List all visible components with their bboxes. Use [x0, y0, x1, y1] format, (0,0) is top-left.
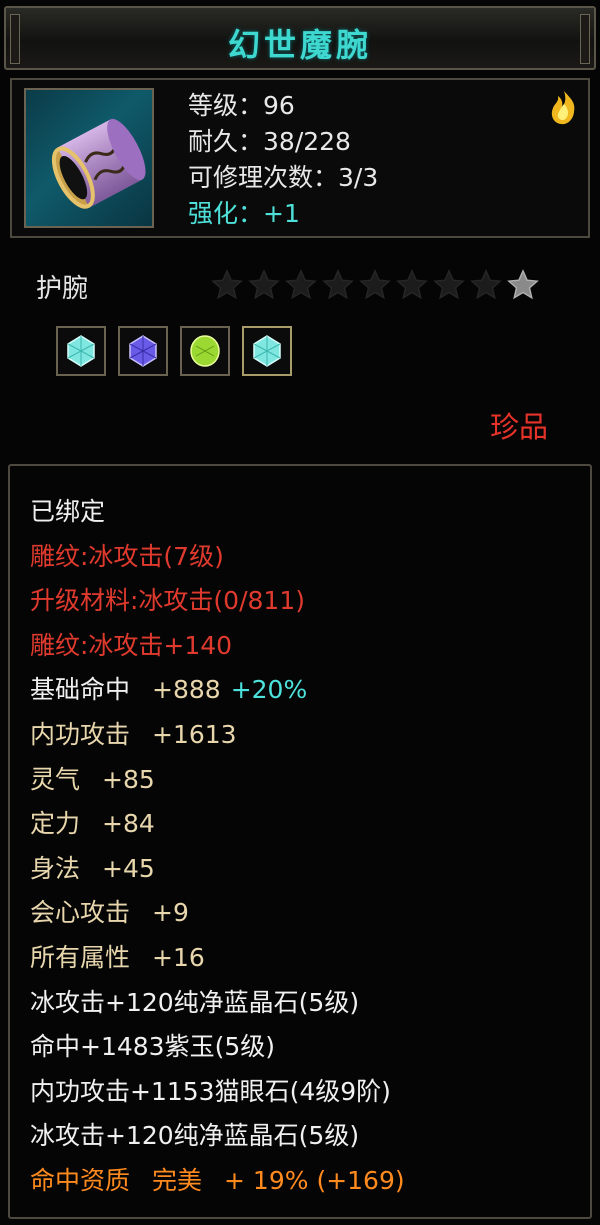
quality-line: 命中资质 完美 + 19% (+169)	[30, 1159, 405, 1204]
stat-percent: +20%	[230, 675, 308, 705]
fire-icon	[551, 91, 575, 125]
item-stats: 等级：96 耐久：38/228 可修理次数：3/3 强化：+1	[188, 88, 378, 232]
cyan-gem-icon	[67, 335, 95, 367]
stat-value: +1613	[152, 719, 237, 749]
repair-stat: 可修理次数：3/3	[188, 160, 378, 196]
stat-value: +45	[102, 853, 155, 883]
stat-name: 内功攻击	[30, 719, 131, 749]
star-rating	[210, 268, 540, 302]
gem-sockets	[56, 326, 292, 376]
title-bar: 幻世魔腕	[4, 6, 596, 70]
repair-value: 3/3	[338, 163, 379, 192]
item-type: 护腕	[36, 274, 89, 304]
gem-line-1: 冰攻击+120纯净蓝晶石(5级)	[30, 987, 360, 1017]
gem-line-2: 命中+1483紫玉(5级)	[30, 1032, 275, 1062]
quality-grade: 完美	[152, 1165, 203, 1195]
star-empty-icon	[211, 269, 243, 300]
engraving-bonus-line: 雕纹:冰攻击+140	[30, 630, 233, 660]
stat-line-internal-attack: 内功攻击 +1613	[30, 713, 405, 758]
attributes-panel: 已绑定 雕纹:冰攻击(7级) 升级材料:冰攻击(0/811) 雕纹:冰攻击+14…	[8, 464, 592, 1219]
quality-value: + 19% (+169)	[224, 1165, 405, 1195]
stat-line-hit: 基础命中 +888 +20%	[30, 668, 405, 713]
durability-label: 耐久：	[188, 127, 264, 156]
stat-name: 基础命中	[30, 675, 131, 705]
repair-label: 可修理次数：	[188, 163, 339, 192]
stat-line-crit: 会心攻击 +9	[30, 891, 405, 936]
rarity-label: 珍品	[490, 410, 549, 444]
enhance-stat: 强化：+1	[188, 196, 378, 232]
quality-name: 命中资质	[30, 1165, 131, 1195]
durability-stat: 耐久：38/228	[188, 124, 378, 160]
stat-value: +888	[152, 675, 221, 705]
stat-name: 定力	[30, 809, 81, 839]
stat-name: 所有属性	[30, 942, 131, 972]
bound-status: 已绑定	[30, 497, 106, 526]
gem-line-3: 内功攻击+1153猫眼石(4级9阶)	[30, 1076, 391, 1106]
star-empty-icon	[396, 269, 428, 300]
purple-gem-icon	[129, 335, 157, 367]
stat-line-focus: 定力 +84	[30, 802, 405, 847]
stat-line-all: 所有属性 +16	[30, 936, 405, 981]
level-stat: 等级：96	[188, 88, 378, 124]
gem-slot-3[interactable]	[180, 326, 230, 376]
level-label: 等级：	[188, 91, 264, 120]
stat-name: 身法	[30, 853, 81, 883]
stat-value: +9	[152, 898, 189, 928]
gem-slot-1[interactable]	[56, 326, 106, 376]
star-empty-icon	[359, 269, 391, 300]
level-value: 96	[263, 91, 295, 120]
cyan-gem-icon	[253, 335, 281, 367]
stat-value: +84	[102, 809, 155, 839]
gem-slot-4[interactable]	[242, 326, 292, 376]
stat-value: +85	[102, 764, 155, 794]
durability-value: 38/228	[263, 127, 351, 156]
stat-value: +16	[152, 942, 205, 972]
bracer-icon	[24, 88, 154, 228]
star-empty-icon	[285, 269, 317, 300]
star-empty-icon	[433, 269, 465, 300]
star-empty-icon	[322, 269, 354, 300]
engraving-line: 雕纹:冰攻击(7级)	[30, 541, 224, 571]
stat-line-spirit: 灵气 +85	[30, 758, 405, 803]
item-header: 等级：96 耐久：38/228 可修理次数：3/3 强化：+1	[10, 78, 590, 238]
star-empty-icon	[248, 269, 280, 300]
upgrade-material-line: 升级材料:冰攻击(0/811)	[30, 586, 305, 616]
item-name: 幻世魔腕	[227, 26, 372, 64]
gem-slot-2[interactable]	[118, 326, 168, 376]
star-filled-icon	[507, 269, 539, 300]
enhance-label: 强化：	[188, 199, 264, 228]
star-empty-icon	[470, 269, 502, 300]
enhance-value: +1	[263, 199, 300, 228]
stat-name: 灵气	[30, 764, 81, 794]
gem-line-4: 冰攻击+120纯净蓝晶石(5级)	[30, 1121, 360, 1151]
item-tooltip: 幻世魔腕 等级：96 耐久：38/228 可修理次数：3/3 强化：+1 护腕 …	[0, 0, 600, 1225]
stat-name: 会心攻击	[30, 898, 131, 928]
stat-line-agility: 身法 +45	[30, 847, 405, 892]
green-gem-icon	[190, 335, 220, 367]
title-cap-right	[580, 14, 590, 64]
